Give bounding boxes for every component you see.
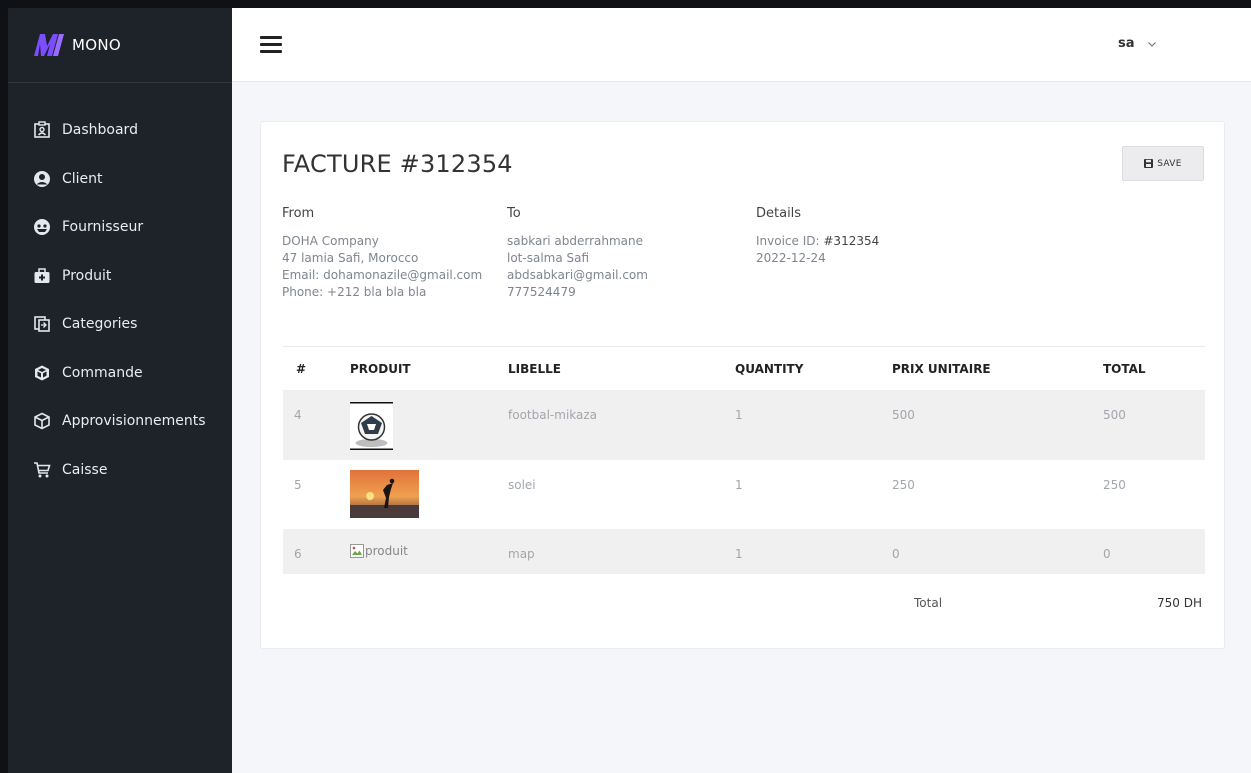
user-name: sa: [1118, 36, 1135, 51]
sidebar-item-label: Commande: [62, 364, 143, 381]
table-header: # PRODUIT LIBELLE QUANTITY PRIX UNITAIRE…: [283, 346, 1205, 390]
sidebar-item-client[interactable]: Client: [8, 155, 232, 204]
sidebar-item-commande[interactable]: Commande: [8, 349, 232, 398]
sidebar: MONO Dashboard Client Fournisseur Produi…: [8, 8, 232, 773]
row-libelle: footbal-mikaza: [508, 408, 598, 422]
col-header-quantity: QUANTITY: [735, 362, 804, 376]
row-total: 500: [1103, 408, 1126, 422]
row-quantity: 1: [735, 408, 743, 422]
save-button[interactable]: SAVE: [1122, 146, 1204, 181]
row-prix: 0: [892, 547, 900, 561]
row-id: 4: [294, 408, 302, 422]
invoice-date: 2022-12-24: [756, 251, 826, 265]
col-header-total: TOTAL: [1103, 362, 1146, 376]
page-title: FACTURE #312354: [282, 150, 513, 178]
save-button-label: SAVE: [1157, 158, 1182, 169]
mono-logo-icon: [34, 34, 64, 56]
broken-image-icon: [350, 544, 364, 558]
col-header-number: #: [296, 362, 307, 376]
row-prix: 500: [892, 408, 915, 422]
dashboard-icon: [32, 120, 52, 140]
row-id: 6: [294, 547, 302, 561]
menu-toggle-icon[interactable]: [260, 36, 282, 54]
product-image-alt: produit: [365, 544, 408, 558]
sidebar-item-label: Caisse: [62, 461, 108, 478]
row-id: 5: [294, 478, 302, 492]
invoice-id-line: Invoice ID: #312354: [756, 233, 879, 250]
row-libelle: solei: [508, 478, 536, 492]
from-address: 47 lamia Safi, Morocco: [282, 251, 419, 265]
window-left-strip: [0, 0, 8, 773]
chevron-down-icon: [1147, 41, 1156, 47]
product-image-football: [350, 402, 393, 450]
medkit-icon: [32, 266, 52, 286]
sidebar-item-label: Fournisseur: [62, 219, 144, 236]
from-company: DOHA Company: [282, 234, 379, 248]
box-icon: [32, 411, 52, 431]
sidebar-item-categories[interactable]: Categories: [8, 300, 232, 349]
table-row: 4 footbal-mikaza 1 500 500: [283, 390, 1205, 460]
brand[interactable]: MONO: [8, 8, 232, 83]
copy-icon: [32, 314, 52, 334]
sidebar-nav: Dashboard Client Fournisseur Produit Cat…: [8, 83, 232, 494]
window-top-strip: [0, 0, 1251, 8]
from-phone: Phone: +212 bla bla bla: [282, 285, 427, 299]
to-block: To sabkari abderrahmane lot-salma Safi a…: [507, 206, 648, 301]
sidebar-item-label: Dashboard: [62, 122, 138, 139]
row-quantity: 1: [735, 547, 743, 561]
row-prix: 250: [892, 478, 915, 492]
row-total: 250: [1103, 478, 1126, 492]
sidebar-item-caisse[interactable]: Caisse: [8, 446, 232, 495]
from-email: Email: dohamonazile@gmail.com: [282, 268, 483, 282]
sidebar-item-label: Client: [62, 170, 103, 187]
floppy-disk-icon: [1144, 159, 1154, 168]
row-total: 0: [1103, 547, 1111, 561]
invoice-card: FACTURE #312354 SAVE From DOHA Company 4…: [260, 121, 1225, 649]
product-image-sunset: [350, 470, 419, 518]
product-image-broken: produit: [350, 544, 408, 558]
sidebar-item-label: Approvisionnements: [62, 413, 206, 430]
user-circle-icon: [32, 169, 52, 189]
sidebar-item-fournisseur[interactable]: Fournisseur: [8, 203, 232, 252]
sidebar-item-label: Categories: [62, 316, 138, 333]
sidebar-item-dashboard[interactable]: Dashboard: [8, 106, 232, 155]
sidebar-item-approvisionnements[interactable]: Approvisionnements: [8, 397, 232, 446]
to-address: lot-salma Safi: [507, 251, 590, 265]
details-heading: Details: [756, 206, 802, 221]
row-libelle: map: [508, 547, 535, 561]
supplier-icon: [32, 217, 52, 237]
invoice-id-label: Invoice ID:: [756, 234, 820, 248]
cube-icon: [32, 363, 52, 383]
to-email: abdsabkari@gmail.com: [507, 268, 648, 282]
table-row: 6 produit map 1 0 0: [283, 529, 1205, 574]
invoice-id-value: #312354: [823, 234, 880, 248]
cart-icon: [32, 460, 52, 480]
invoice-table: # PRODUIT LIBELLE QUANTITY PRIX UNITAIRE…: [283, 346, 1205, 574]
col-header-produit: PRODUIT: [350, 362, 411, 376]
to-name: sabkari abderrahmane: [507, 234, 644, 248]
total-label: Total: [914, 596, 943, 610]
col-header-libelle: LIBELLE: [508, 362, 561, 376]
total-value: 750 DH: [1157, 596, 1202, 610]
top-header: sa: [232, 8, 1251, 82]
from-block: From DOHA Company 47 lamia Safi, Morocco…: [282, 206, 482, 301]
details-block: Details Invoice ID: #312354 2022-12-24: [756, 206, 879, 267]
user-menu[interactable]: sa: [1118, 36, 1157, 51]
from-heading: From: [282, 206, 315, 221]
sidebar-item-label: Produit: [62, 267, 112, 284]
sidebar-item-produit[interactable]: Produit: [8, 252, 232, 301]
table-row: 5 solei 1 250 250: [283, 460, 1205, 529]
brand-name: MONO: [72, 36, 121, 54]
to-phone: 777524479: [507, 285, 576, 299]
col-header-prix: PRIX UNITAIRE: [892, 362, 991, 376]
to-heading: To: [507, 206, 521, 221]
row-quantity: 1: [735, 478, 743, 492]
